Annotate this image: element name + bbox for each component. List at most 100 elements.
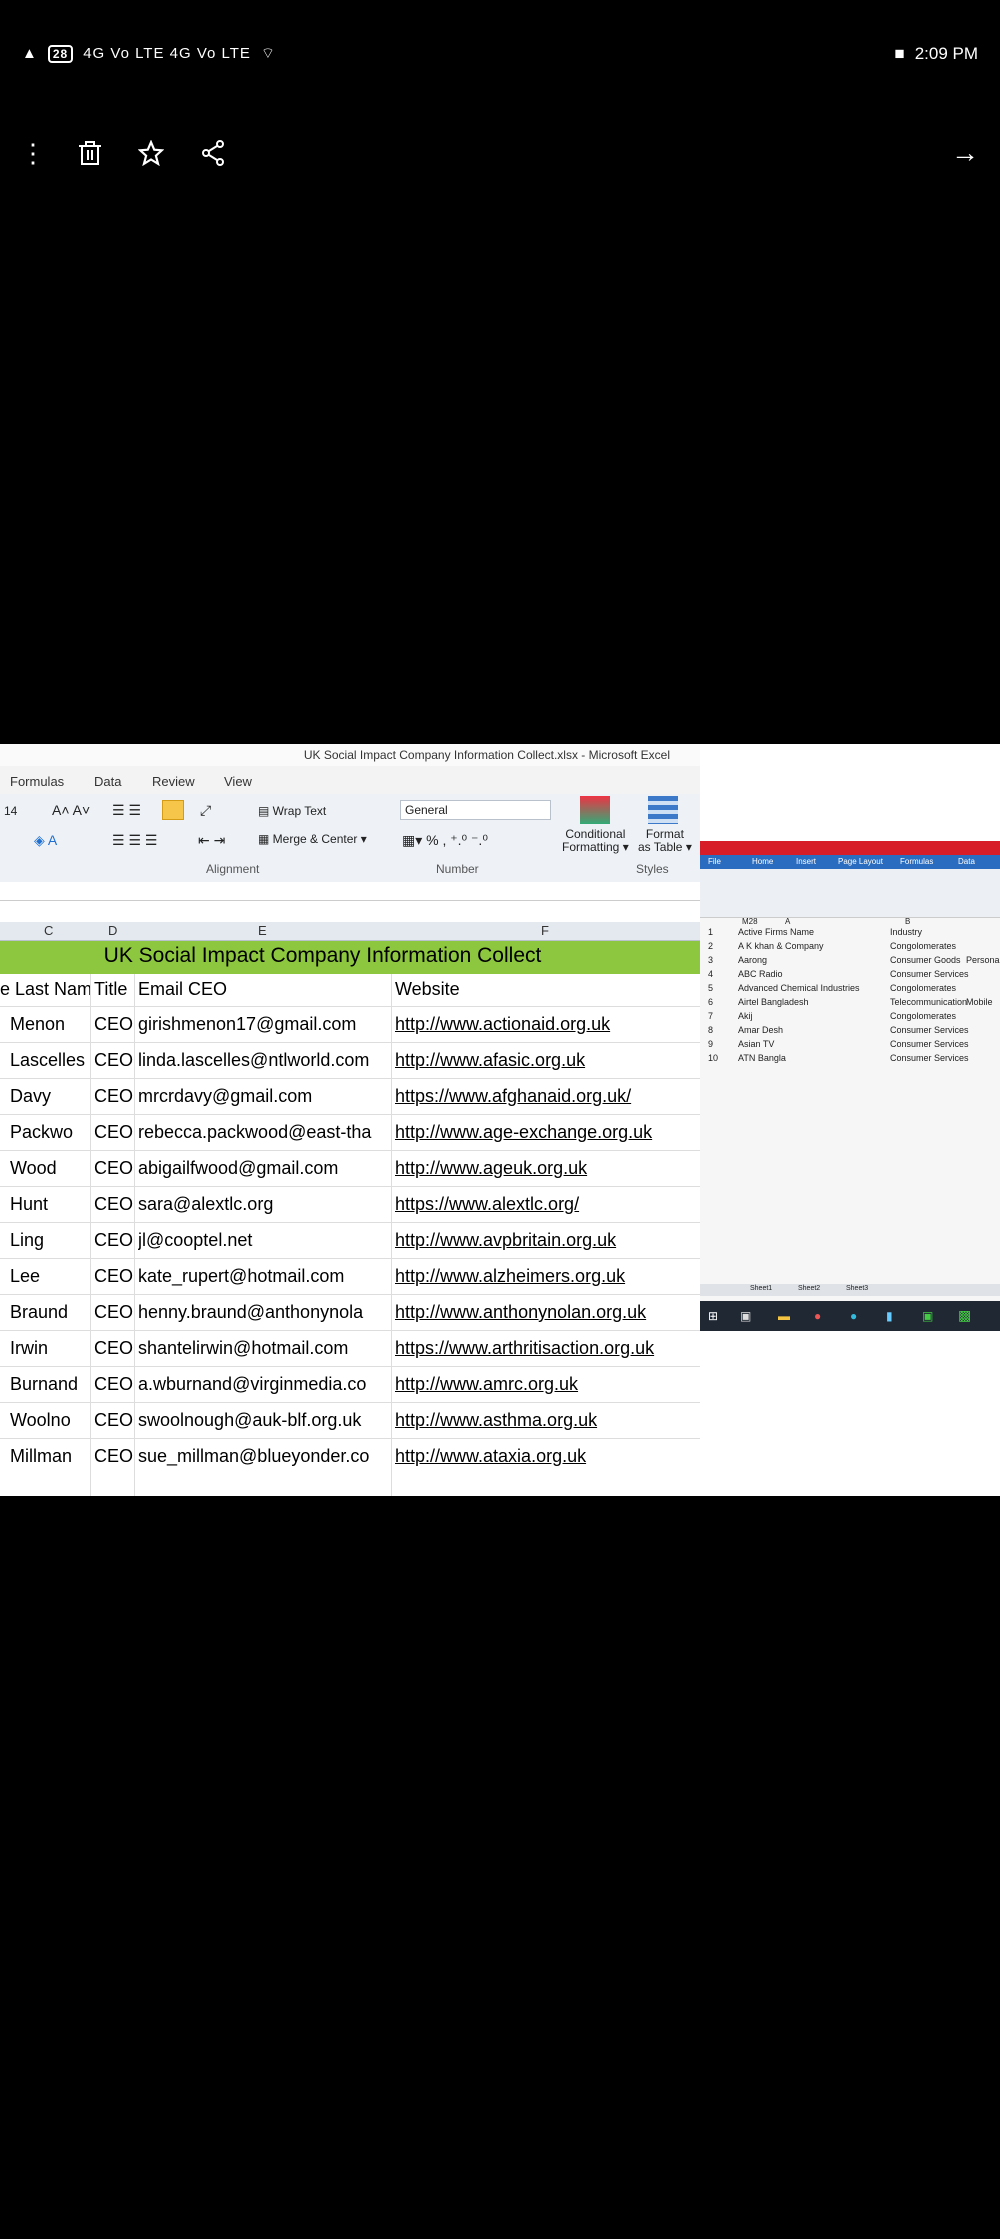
table-row[interactable]: Braund CEO henny.braund@anthonynola http… <box>0 1294 700 1331</box>
table-row[interactable]: Lascelles CEO linda.lascelles@ntlworld.c… <box>0 1042 700 1079</box>
star-icon[interactable] <box>136 138 166 168</box>
column-header-d[interactable]: D <box>108 923 117 938</box>
cell-title[interactable]: CEO <box>94 1086 134 1107</box>
cell-last-name[interactable]: Menon <box>10 1014 90 1035</box>
sheet-tab-2[interactable]: Sheet2 <box>798 1285 820 1292</box>
cell-title[interactable]: CEO <box>94 1194 134 1215</box>
cell-website-link[interactable]: https://www.arthritisaction.org.uk <box>395 1338 700 1359</box>
laptop-tab-page-layout[interactable]: Page Layout <box>838 857 883 866</box>
sheet-tab-3[interactable]: Sheet3 <box>846 1285 868 1292</box>
delete-icon[interactable] <box>75 138 105 168</box>
cell-title[interactable]: CEO <box>94 1302 134 1323</box>
cell-email[interactable]: jl@cooptel.net <box>138 1230 390 1251</box>
cell-email[interactable]: swoolnough@auk-blf.org.uk <box>138 1410 390 1431</box>
cell-last-name[interactable]: Ling <box>10 1230 90 1251</box>
cell-title[interactable]: CEO <box>94 1122 134 1143</box>
orientation-icon[interactable]: ⤢ <box>200 802 211 819</box>
table-row[interactable]: Hunt CEO sara@alextlc.org https://www.al… <box>0 1186 700 1223</box>
cell-last-name[interactable]: Burnand <box>10 1374 90 1395</box>
cell-title[interactable]: CEO <box>94 1410 134 1431</box>
sheet-tab-1[interactable]: Sheet1 <box>750 1285 772 1292</box>
cell-email[interactable]: henny.braund@anthonynola <box>138 1302 390 1323</box>
conditional-formatting-button[interactable]: Conditional Formatting ▾ <box>562 828 629 854</box>
cell-website-link[interactable]: http://www.ageuk.org.uk <box>395 1158 700 1179</box>
fill-color-icon[interactable]: ◈ A <box>34 832 57 849</box>
cell-website-link[interactable]: http://www.ataxia.org.uk <box>395 1446 700 1467</box>
header-last-name[interactable]: e Last Nam <box>0 979 92 1000</box>
cell-website-link[interactable]: http://www.anthonynolan.org.uk <box>395 1302 700 1323</box>
cell-title[interactable]: CEO <box>94 1374 134 1395</box>
merge-center-button[interactable]: ▦ Merge & Center ▾ <box>258 832 367 846</box>
cell-website-link[interactable]: http://www.avpbritain.org.uk <box>395 1230 700 1251</box>
cell-last-name[interactable]: Millman <box>10 1446 90 1467</box>
table-row[interactable]: Davy CEO mrcrdavy@gmail.com https://www.… <box>0 1078 700 1115</box>
cell-title[interactable]: CEO <box>94 1014 134 1035</box>
laptop-name-box[interactable]: M28 <box>742 917 758 926</box>
cell-email[interactable]: mrcrdavy@gmail.com <box>138 1086 390 1107</box>
number-format-select[interactable]: General <box>400 800 551 820</box>
cell-website-link[interactable]: http://www.amrc.org.uk <box>395 1374 700 1395</box>
conditional-formatting-icon[interactable] <box>580 796 610 824</box>
forward-arrow-icon[interactable]: → <box>950 137 980 168</box>
column-header-c[interactable]: C <box>44 923 53 938</box>
cell-last-name[interactable]: Irwin <box>10 1338 90 1359</box>
cell-title[interactable]: CEO <box>94 1050 134 1071</box>
cell-title[interactable]: CEO <box>94 1266 134 1287</box>
format-as-table-button[interactable]: Format as Table ▾ <box>638 828 692 854</box>
tab-data[interactable]: Data <box>94 774 121 789</box>
grow-font-icon[interactable]: A˄ A˅ <box>52 802 90 818</box>
cell-website-link[interactable]: https://www.afghanaid.org.uk/ <box>395 1086 700 1107</box>
formula-bar[interactable] <box>0 882 700 901</box>
table-row[interactable]: Irwin CEO shantelirwin@hotmail.com https… <box>0 1330 700 1367</box>
cell-website-link[interactable]: http://www.asthma.org.uk <box>395 1410 700 1431</box>
cell-last-name[interactable]: Davy <box>10 1086 90 1107</box>
cell-last-name[interactable]: Woolno <box>10 1410 90 1431</box>
align-bottom-icon[interactable] <box>162 800 184 820</box>
cell-email[interactable]: girishmenon17@gmail.com <box>138 1014 390 1035</box>
format-as-table-icon[interactable] <box>648 796 678 824</box>
cell-last-name[interactable]: Braund <box>10 1302 90 1323</box>
cell-last-name[interactable]: Packwo <box>10 1122 90 1143</box>
share-icon[interactable] <box>198 138 228 168</box>
align-top-icon[interactable]: ☰ ☰ <box>112 802 141 819</box>
cell-email[interactable]: kate_rupert@hotmail.com <box>138 1266 390 1287</box>
cell-email[interactable]: a.wburnand@virginmedia.co <box>138 1374 390 1395</box>
column-header-f[interactable]: F <box>541 923 549 938</box>
table-row[interactable]: Ling CEO jl@cooptel.net http://www.avpbr… <box>0 1222 700 1259</box>
table-row[interactable]: Burnand CEO a.wburnand@virginmedia.co ht… <box>0 1366 700 1403</box>
tab-review[interactable]: Review <box>152 774 195 789</box>
cell-email[interactable]: shantelirwin@hotmail.com <box>138 1338 390 1359</box>
cell-email[interactable]: rebecca.packwood@east-tha <box>138 1122 390 1143</box>
cell-title[interactable]: CEO <box>94 1158 134 1179</box>
table-row[interactable]: Packwo CEO rebecca.packwood@east-tha htt… <box>0 1114 700 1151</box>
cell-title[interactable]: CEO <box>94 1230 134 1251</box>
cell-title[interactable]: CEO <box>94 1338 134 1359</box>
laptop-tab-data[interactable]: Data <box>958 857 975 866</box>
cell-email[interactable]: linda.lascelles@ntlworld.com <box>138 1050 390 1071</box>
table-row[interactable]: Menon CEO girishmenon17@gmail.com http:/… <box>0 1006 700 1043</box>
cell-website-link[interactable]: http://www.afasic.org.uk <box>395 1050 700 1071</box>
table-row[interactable]: Woolno CEO swoolnough@auk-blf.org.uk htt… <box>0 1402 700 1439</box>
cell-website-link[interactable]: http://www.alzheimers.org.uk <box>395 1266 700 1287</box>
header-title[interactable]: Title <box>94 979 127 1000</box>
font-size-box[interactable]: 14 <box>4 804 17 818</box>
cell-title[interactable]: CEO <box>94 1446 134 1467</box>
wrap-text-button[interactable]: ▤ Wrap Text <box>258 804 326 818</box>
header-website[interactable]: Website <box>395 979 460 1000</box>
laptop-tab-file[interactable]: File <box>708 857 721 866</box>
indent-icon[interactable]: ⇤ ⇥ <box>198 832 225 849</box>
cell-last-name[interactable]: Hunt <box>10 1194 90 1215</box>
tab-view[interactable]: View <box>224 774 252 789</box>
more-options-icon[interactable]: ⋮ <box>18 138 48 168</box>
cell-website-link[interactable]: http://www.actionaid.org.uk <box>395 1014 700 1035</box>
laptop-tab-formulas[interactable]: Formulas <box>900 857 933 866</box>
cell-email[interactable]: sue_millman@blueyonder.co <box>138 1446 390 1467</box>
cell-website-link[interactable]: https://www.alextlc.org/ <box>395 1194 700 1215</box>
cell-last-name[interactable]: Wood <box>10 1158 90 1179</box>
tab-formulas[interactable]: Formulas <box>10 774 64 789</box>
cell-email[interactable]: abigailfwood@gmail.com <box>138 1158 390 1179</box>
number-format-icons[interactable]: ▦▾ % , ⁺.⁰ ⁻.⁰ <box>402 832 488 849</box>
cell-website-link[interactable]: http://www.age-exchange.org.uk <box>395 1122 700 1143</box>
cell-last-name[interactable]: Lascelles <box>10 1050 90 1071</box>
laptop-tab-insert[interactable]: Insert <box>796 857 816 866</box>
